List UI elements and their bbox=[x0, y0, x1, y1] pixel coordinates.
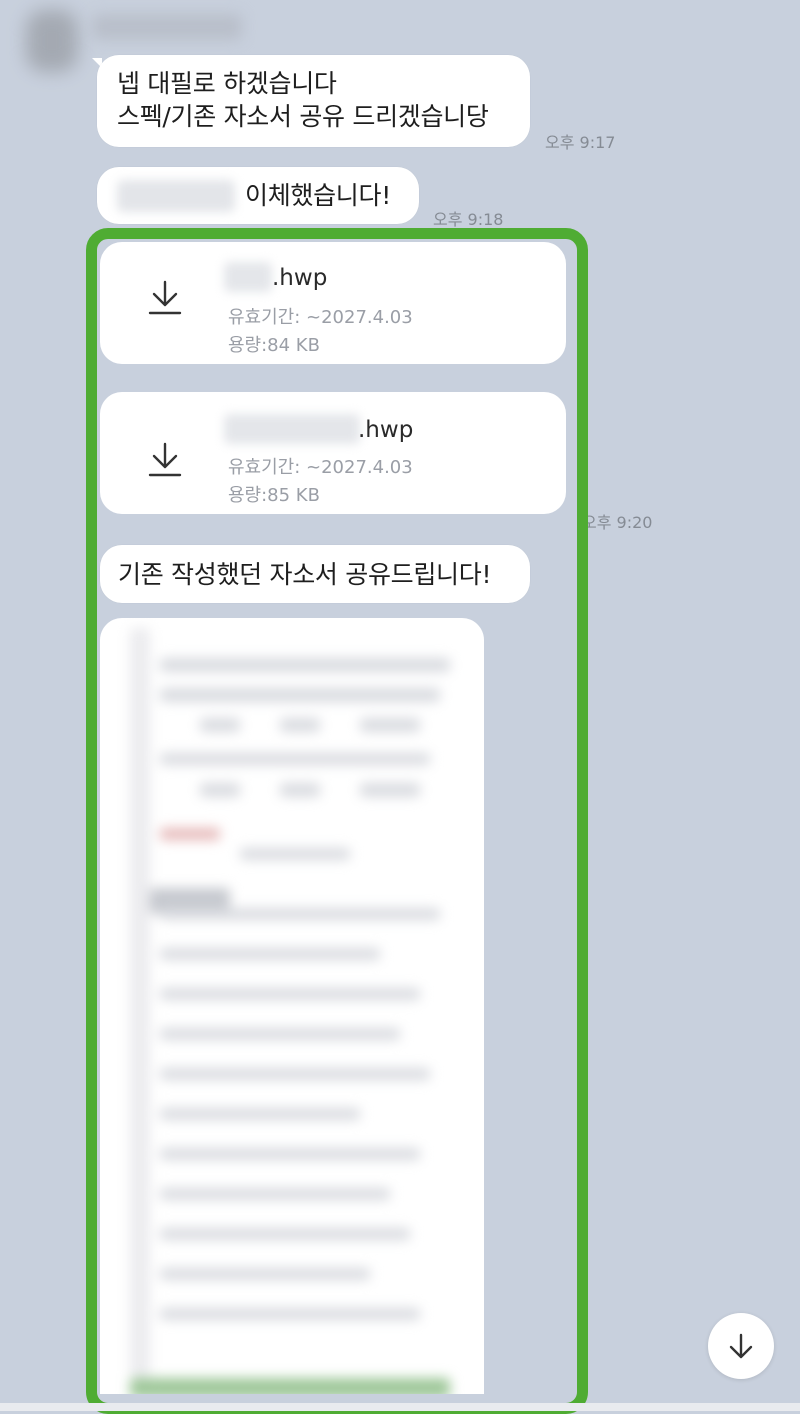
arrow-down-icon bbox=[729, 1333, 753, 1359]
highlight-frame bbox=[86, 228, 588, 1414]
message-time: 오후 9:17 bbox=[545, 133, 616, 152]
bottom-edge bbox=[0, 1403, 800, 1411]
scroll-to-bottom-button[interactable] bbox=[708, 1313, 774, 1379]
redacted-text bbox=[117, 180, 235, 212]
message-text: 넵 대필로 하겠습니다 스펙/기존 자소서 공유 드리겠습니당 bbox=[117, 69, 489, 131]
message-text: 이체했습니다! bbox=[245, 181, 391, 210]
message-bubble[interactable]: 넵 대필로 하겠습니다 스펙/기존 자소서 공유 드리겠습니당 bbox=[97, 55, 530, 147]
message-time: 오후 9:18 bbox=[433, 210, 504, 229]
message-time: 오후 9:20 bbox=[582, 513, 653, 532]
sender-name-blurred bbox=[92, 14, 242, 40]
sender-avatar[interactable] bbox=[26, 10, 78, 72]
message-bubble[interactable]: 이체했습니다! bbox=[97, 167, 419, 224]
